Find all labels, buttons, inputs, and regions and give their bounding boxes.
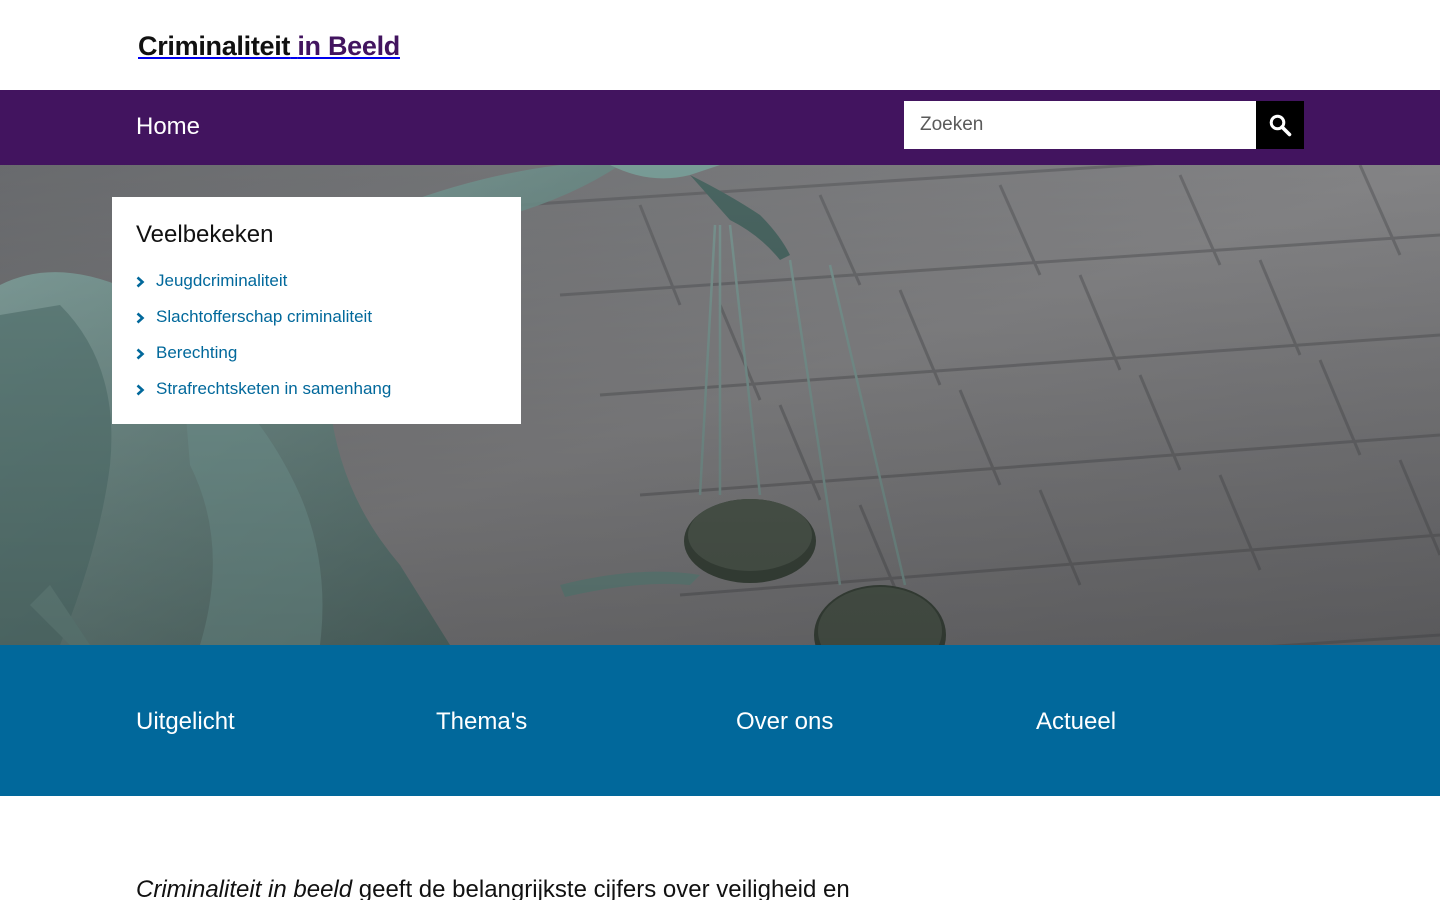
chevron-right-icon — [136, 312, 145, 324]
band-link-actueel[interactable]: Actueel — [1036, 707, 1116, 737]
band-link-uitgelicht[interactable]: Uitgelicht — [136, 707, 235, 737]
logo-text-main: Criminaliteit — [138, 31, 291, 61]
search-button[interactable] — [1256, 101, 1304, 149]
chevron-right-icon — [136, 348, 145, 360]
hero-banner: Veelbekeken Jeugdcriminaliteit Slachtoff… — [0, 165, 1440, 645]
logo-text-accent: in Beeld — [297, 31, 400, 61]
magnifier-icon — [1269, 114, 1292, 137]
nav-home-link[interactable]: Home — [136, 112, 200, 142]
band-link-themas[interactable]: Thema's — [436, 707, 527, 737]
most-viewed-list: Jeugdcriminaliteit Slachtofferschap crim… — [136, 263, 497, 407]
most-viewed-link-strafrechtsketen[interactable]: Strafrechtsketen in samenhang — [156, 379, 391, 398]
most-viewed-title: Veelbekeken — [136, 221, 274, 248]
most-viewed-panel: Veelbekeken Jeugdcriminaliteit Slachtoff… — [112, 197, 521, 424]
chevron-right-icon — [136, 276, 145, 288]
chevron-right-icon — [136, 384, 145, 396]
band-link-over-ons[interactable]: Over ons — [736, 707, 833, 737]
site-logo[interactable]: Criminaliteit in Beeld — [138, 30, 400, 62]
section-links-band: Uitgelicht Thema's Over ons Actueel — [0, 645, 1440, 796]
list-item: Slachtofferschap criminaliteit — [136, 299, 497, 335]
main-navigation: Home — [0, 90, 1440, 165]
site-header: Criminaliteit in Beeld — [0, 0, 1440, 90]
most-viewed-link-jeugdcriminaliteit[interactable]: Jeugdcriminaliteit — [156, 271, 287, 290]
intro-text-italic: Criminaliteit in beeld — [136, 876, 353, 900]
list-item: Strafrechtsketen in samenhang — [136, 371, 497, 407]
most-viewed-link-berechting[interactable]: Berechting — [156, 343, 237, 362]
list-item: Jeugdcriminaliteit — [136, 263, 497, 299]
intro-text-rest: geeft de belangrijkste cijfers over veil… — [352, 876, 850, 900]
intro-text: Criminaliteit in beeld geeft de belangri… — [136, 874, 850, 900]
list-item: Berechting — [136, 335, 497, 371]
search-input[interactable] — [904, 101, 1256, 149]
most-viewed-link-slachtofferschap[interactable]: Slachtofferschap criminaliteit — [156, 307, 372, 326]
